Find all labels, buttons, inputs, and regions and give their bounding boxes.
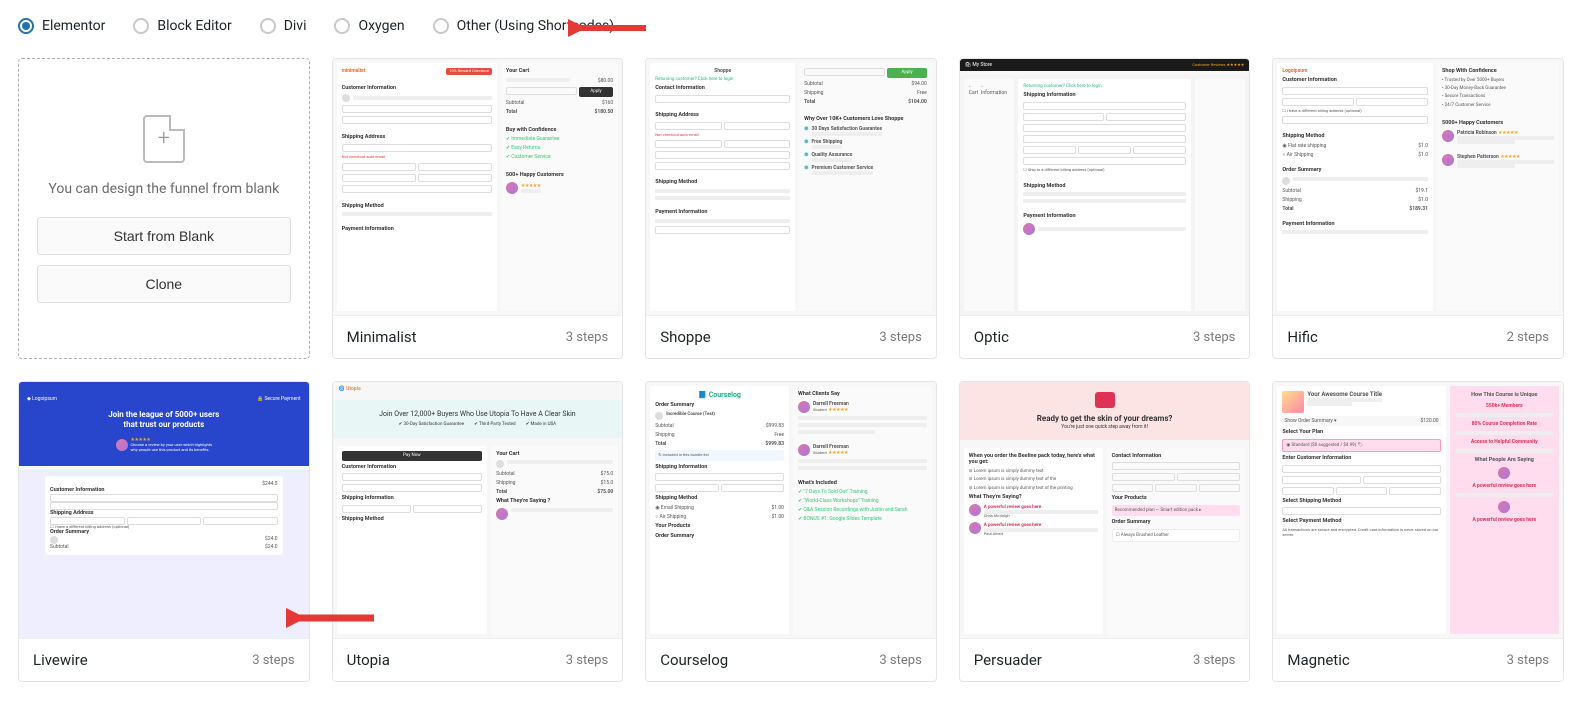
card-footer: Optic 3 steps [960, 315, 1250, 358]
template-name: Optic [974, 328, 1009, 346]
radio-block-editor[interactable]: Block Editor [133, 18, 231, 34]
template-card-optic[interactable]: 🛍 My StoreCustomer Reviews ★★★★★ ◦ Cart◦… [959, 58, 1251, 359]
template-name: Livewire [33, 651, 88, 669]
template-thumbnail: ◆ Logoipsum🔒 Secure Payment Join the lea… [19, 382, 309, 638]
clone-button[interactable]: Clone [37, 265, 291, 303]
card-footer: Hific 2 steps [1273, 315, 1563, 358]
template-card-livewire[interactable]: ◆ Logoipsum🔒 Secure Payment Join the lea… [18, 381, 310, 682]
card-footer: Courselog 3 steps [646, 638, 936, 681]
template-steps: 3 steps [566, 330, 608, 345]
card-footer: Minimalist 3 steps [333, 315, 623, 358]
radio-label: Elementor [42, 18, 105, 34]
card-footer: Utopia 3 steps [333, 638, 623, 681]
template-steps: 3 steps [1507, 653, 1549, 668]
template-steps: 3 steps [879, 330, 921, 345]
template-thumbnail: Your Awesome Course Title Show Order Sum… [1273, 382, 1563, 638]
radio-other[interactable]: Other (Using Shortcodes) [433, 18, 615, 34]
start-from-blank-button[interactable]: Start from Blank [37, 217, 291, 255]
blank-message: You can design the funnel from blank [48, 181, 279, 197]
template-steps: 3 steps [879, 653, 921, 668]
template-card-shoppe[interactable]: Shoppe Returning customer? Click here to… [645, 58, 937, 359]
radio-label: Block Editor [157, 18, 231, 34]
template-thumbnail: 🌀 Utopia Join Over 12,000+ Buyers Who Us… [333, 382, 623, 638]
template-name: Shoppe [660, 328, 711, 346]
template-name: Courselog [660, 651, 728, 669]
template-name: Magnetic [1287, 651, 1349, 669]
template-card-magnetic[interactable]: Your Awesome Course Title Show Order Sum… [1272, 381, 1564, 682]
template-name: Utopia [347, 651, 390, 669]
card-footer: Livewire 3 steps [19, 638, 309, 681]
radio-icon [433, 18, 449, 34]
template-name: Hific [1287, 328, 1318, 346]
card-footer: Persuader 3 steps [960, 638, 1250, 681]
radio-label: Other (Using Shortcodes) [457, 18, 615, 34]
template-card-courselog[interactable]: 📘 Courselog Order Summary Incredible Cou… [645, 381, 937, 682]
radio-icon [133, 18, 149, 34]
template-card-hific[interactable]: Logoipsum Customer Information ☐ I have … [1272, 58, 1564, 359]
radio-icon [260, 18, 276, 34]
template-grid: You can design the funnel from blank Sta… [18, 58, 1564, 682]
radio-icon [18, 18, 34, 34]
template-steps: 3 steps [1193, 330, 1235, 345]
template-thumbnail: Shoppe Returning customer? Click here to… [646, 59, 936, 315]
template-thumbnail: Logoipsum Customer Information ☐ I have … [1273, 59, 1563, 315]
template-steps: 3 steps [566, 653, 608, 668]
template-steps: 2 steps [1507, 330, 1549, 345]
blank-template-card: You can design the funnel from blank Sta… [18, 58, 310, 359]
template-steps: 3 steps [1193, 653, 1235, 668]
template-card-persuader[interactable]: Ready to get the skin of your dreams? Yo… [959, 381, 1251, 682]
radio-label: Divi [284, 18, 307, 34]
template-thumbnail: minimalist10% Reward Checkout Customer I… [333, 59, 623, 315]
template-name: Minimalist [347, 328, 417, 346]
template-card-minimalist[interactable]: minimalist10% Reward Checkout Customer I… [332, 58, 624, 359]
template-steps: 3 steps [252, 653, 294, 668]
radio-oxygen[interactable]: Oxygen [334, 18, 404, 34]
new-file-icon [143, 115, 185, 163]
radio-icon [334, 18, 350, 34]
card-footer: Shoppe 3 steps [646, 315, 936, 358]
template-thumbnail: Ready to get the skin of your dreams? Yo… [960, 382, 1250, 638]
template-thumbnail: 📘 Courselog Order Summary Incredible Cou… [646, 382, 936, 638]
card-footer: Magnetic 3 steps [1273, 638, 1563, 681]
builder-filter-row: Elementor Block Editor Divi Oxygen Other… [18, 18, 1564, 34]
radio-elementor[interactable]: Elementor [18, 18, 105, 34]
template-thumbnail: 🛍 My StoreCustomer Reviews ★★★★★ ◦ Cart◦… [960, 59, 1250, 315]
radio-divi[interactable]: Divi [260, 18, 307, 34]
template-card-utopia[interactable]: 🌀 Utopia Join Over 12,000+ Buyers Who Us… [332, 381, 624, 682]
radio-label: Oxygen [358, 18, 404, 34]
template-name: Persuader [974, 651, 1042, 669]
